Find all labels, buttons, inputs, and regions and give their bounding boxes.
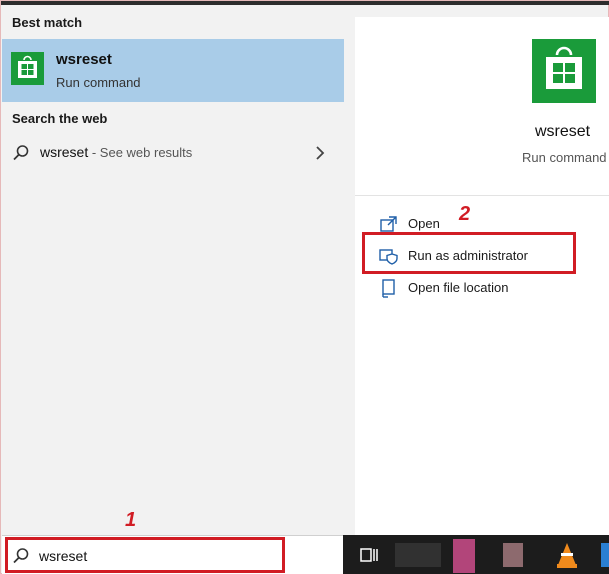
detail-divider [355,195,609,196]
action-label: Open file location [408,280,509,295]
web-result-text: wsreset - See web results [40,144,192,160]
best-match-item[interactable]: wsreset Run command [2,39,344,102]
search-icon [13,145,29,161]
file-location-icon [382,279,395,298]
web-result-item[interactable]: wsreset - See web results [2,135,344,171]
best-match-title: wsreset [56,51,112,68]
detail-panel: wsreset Run command Open Run as administ… [355,17,609,535]
annotation-box-search [5,537,285,573]
taskbar-app-blurred[interactable] [453,539,475,573]
task-view-icon[interactable] [359,543,379,567]
detail-subtitle: Run command [522,150,607,165]
action-open-file-location[interactable]: Open file location [379,277,599,301]
vlc-icon[interactable] [555,541,579,569]
web-result-query: wsreset [40,144,89,160]
start-menu-window: Best match wsreset Run command Search th… [0,0,609,574]
best-match-heading: Best match [12,15,83,30]
action-label: Open [408,216,440,231]
annotation-step-1: 1 [125,509,137,531]
taskbar-app-blurred[interactable] [601,543,609,567]
annotation-box-run-as-admin [362,232,576,274]
taskbar-app-blurred[interactable] [503,543,523,567]
web-result-hint: - See web results [88,145,193,160]
store-large-icon [532,39,596,103]
chevron-right-icon[interactable] [314,144,326,162]
results-panel: Best match wsreset Run command Search th… [2,5,344,535]
best-match-subtitle: Run command [56,75,141,90]
annotation-step-2: 2 [459,203,471,225]
detail-title: wsreset [535,123,591,140]
open-icon [380,216,397,232]
search-web-heading: Search the web [12,111,108,126]
taskbar [343,535,609,574]
taskbar-app-blurred[interactable] [395,543,441,567]
store-icon [11,52,44,85]
